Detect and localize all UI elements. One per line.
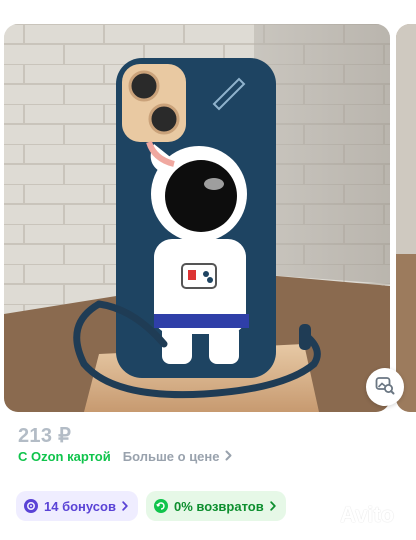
bonus-badge[interactable]: 14 бонусов [16, 491, 138, 521]
bonus-badge-label: 14 бонусов [44, 498, 116, 514]
bonus-coin-icon [24, 499, 38, 513]
returns-badge-label: 0% возвратов [173, 498, 264, 514]
chevron-right-icon [270, 499, 276, 514]
product-photo[interactable] [4, 24, 390, 412]
badges-row: 14 бонусов 0% возвратов [16, 491, 286, 521]
chevron-right-icon [122, 499, 128, 514]
returns-badge[interactable]: 0% возвратов [145, 491, 286, 521]
return-arrow-icon [153, 499, 168, 513]
find-similar-button[interactable] [366, 368, 404, 406]
image-search-icon [375, 375, 395, 399]
ozon-card-price-label: С Ozon картой [18, 449, 111, 464]
next-product-photo[interactable] [396, 24, 416, 412]
chevron-right-icon [225, 449, 232, 464]
avito-watermark: Avito [309, 500, 394, 530]
avito-watermark-text: Avito [340, 502, 395, 527]
product-price: 213 ₽ [18, 425, 72, 447]
more-about-price-link[interactable]: Больше о цене [123, 449, 232, 464]
more-about-price-label: Больше о цене [122, 449, 220, 464]
avito-logo-icon [309, 499, 335, 531]
product-photo-carousel[interactable] [0, 24, 416, 412]
price-details-row: С Ozon картой Больше о цене [18, 449, 232, 464]
